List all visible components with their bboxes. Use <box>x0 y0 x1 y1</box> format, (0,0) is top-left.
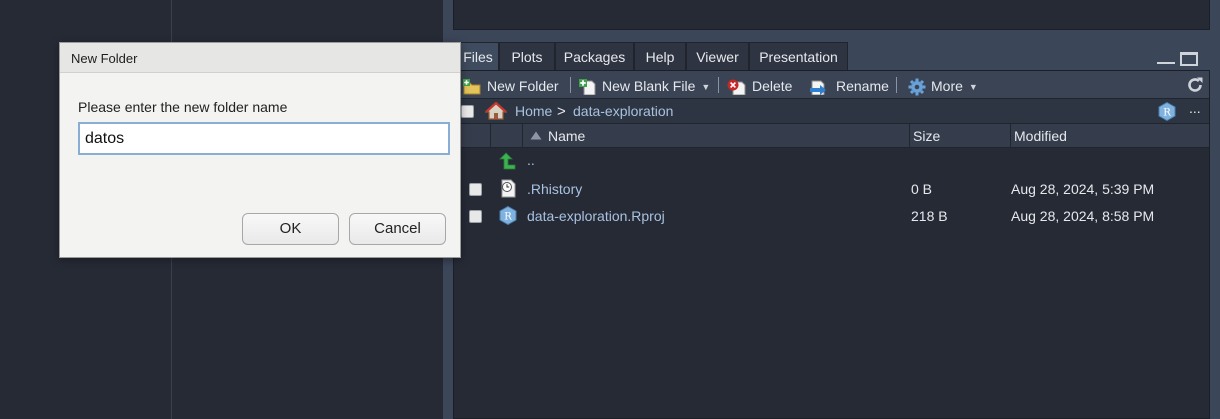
file-name-link[interactable]: data-exploration.Rproj <box>527 203 665 230</box>
toolbar-separator <box>896 77 897 93</box>
row-checkbox[interactable] <box>469 210 482 223</box>
new-folder-dialog: New Folder Please enter the new folder n… <box>59 42 461 258</box>
file-size: 0 B <box>911 181 933 197</box>
file-name-link[interactable]: .Rhistory <box>527 176 582 203</box>
more-menu-button[interactable]: More ▼ <box>908 71 978 99</box>
delete-button[interactable]: Delete <box>727 71 792 99</box>
tab-packages[interactable]: Packages <box>555 42 634 70</box>
up-arrow-icon <box>499 152 516 170</box>
refresh-icon[interactable] <box>1186 76 1204 94</box>
environment-pane-body <box>453 0 1210 30</box>
tab-help[interactable]: Help <box>634 42 686 70</box>
delete-label: Delete <box>752 78 793 94</box>
new-folder-label: New Folder <box>487 78 559 94</box>
more-label: More <box>931 78 963 94</box>
select-all-checkbox[interactable] <box>461 105 474 118</box>
tab-viewer[interactable]: Viewer <box>686 42 749 70</box>
column-header-name[interactable]: Name <box>548 124 585 148</box>
rproj-icon: R <box>499 206 517 225</box>
table-row[interactable]: R data-exploration.Rproj 218 B Aug 28, 2… <box>454 203 1209 230</box>
toolbar-separator <box>570 77 571 93</box>
folder-name-input[interactable] <box>78 122 450 155</box>
rename-label: Rename <box>836 78 889 94</box>
path-overflow-button[interactable]: ... <box>1189 96 1201 121</box>
tab-presentation[interactable]: Presentation <box>749 42 848 70</box>
file-modified: Aug 28, 2024, 8:58 PM <box>1011 208 1155 224</box>
files-browser: New Folder New Blank File ▼ Delete Renam… <box>453 70 1210 419</box>
toolbar-separator <box>718 77 719 93</box>
file-table-header: Name Size Modified <box>454 124 1209 148</box>
column-divider <box>490 124 491 148</box>
tab-files[interactable]: Files <box>457 42 499 70</box>
breadcrumb-current-folder[interactable]: data-exploration <box>573 99 673 124</box>
new-folder-button[interactable]: New Folder <box>462 71 559 99</box>
svg-text:R: R <box>1163 108 1171 119</box>
column-divider <box>909 124 910 148</box>
column-divider <box>522 124 523 148</box>
new-blank-file-button[interactable]: New Blank File ▼ <box>579 71 710 99</box>
new-blank-file-label: New Blank File <box>602 78 696 94</box>
gear-icon <box>908 78 926 96</box>
files-pane: Files Plots Packages Help Viewer Present… <box>451 36 1220 419</box>
file-modified: Aug 28, 2024, 5:39 PM <box>1011 181 1155 197</box>
project-icon[interactable]: R <box>1158 102 1176 121</box>
column-header-size[interactable]: Size <box>913 124 940 148</box>
breadcrumb-separator: > <box>557 103 566 120</box>
dialog-title: New Folder <box>60 43 460 73</box>
files-pane-tabbar: Files Plots Packages Help Viewer Present… <box>451 42 1220 70</box>
ok-button[interactable]: OK <box>242 213 339 245</box>
table-row[interactable]: .Rhistory 0 B Aug 28, 2024, 5:39 PM <box>454 176 1209 203</box>
chevron-down-icon: ▼ <box>968 82 978 93</box>
table-row[interactable]: .. <box>454 149 1209 176</box>
tab-plots[interactable]: Plots <box>499 42 555 70</box>
cancel-button[interactable]: Cancel <box>349 213 446 245</box>
history-file-icon <box>501 179 516 198</box>
file-size: 218 B <box>911 208 948 224</box>
minimize-pane-icon[interactable] <box>1157 52 1175 64</box>
row-checkbox[interactable] <box>469 183 482 196</box>
environment-pane <box>451 0 1220 36</box>
dialog-prompt: Please enter the new folder name <box>78 99 288 115</box>
rename-icon <box>810 80 826 96</box>
sort-ascending-icon <box>530 131 542 140</box>
column-header-modified[interactable]: Modified <box>1014 124 1067 148</box>
home-icon[interactable] <box>485 102 507 120</box>
new-file-icon <box>579 79 596 96</box>
files-toolbar: New Folder New Blank File ▼ Delete Renam… <box>454 71 1209 99</box>
path-bar: Home > data-exploration R ... <box>454 99 1209 124</box>
chevron-down-icon: ▼ <box>701 82 711 93</box>
parent-folder-link[interactable]: .. <box>527 147 535 174</box>
delete-icon <box>727 79 746 96</box>
maximize-pane-icon[interactable] <box>1180 52 1198 66</box>
breadcrumb-home[interactable]: Home <box>515 99 552 124</box>
column-divider <box>1010 124 1011 148</box>
new-folder-icon <box>463 79 481 95</box>
rename-button[interactable]: Rename <box>809 71 889 99</box>
svg-text:R: R <box>504 212 512 223</box>
